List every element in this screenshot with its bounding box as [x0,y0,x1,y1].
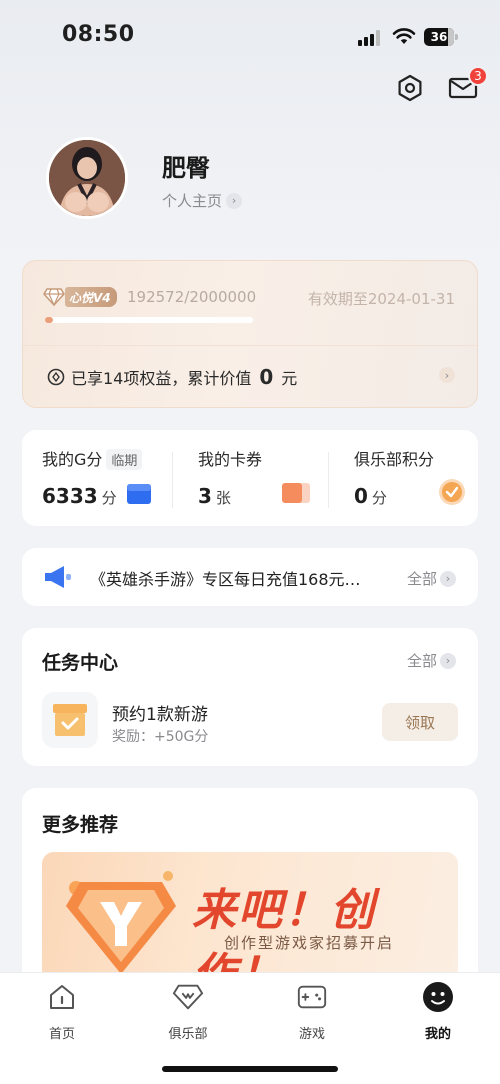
recommend-banner[interactable]: 来吧！创作！ 创作型游戏家招募开启 [42,852,458,982]
announcement-all-link[interactable]: 全部 › [407,568,456,589]
task-center-card: 任务中心 全部 › 预约1款新游 奖励：+50G分 领取 [22,628,478,766]
benefit-icon [47,368,65,386]
task-icon [42,692,98,748]
nav-home[interactable]: 首页 [22,981,102,1051]
all-label: 全部 [406,570,437,588]
g-points-value-wrap: 6333 分 [42,484,117,508]
coupons-unit: 张 [215,489,231,507]
club-points-value: 0 [354,484,368,508]
vip-level-label: 心悦V4 [65,287,117,307]
coupon-icon [282,483,310,503]
vip-progress-text: 192572/2000000 [127,288,257,306]
club-points-label: 俱乐部积分 [354,450,435,469]
club-points-value-wrap: 0分 [354,484,387,508]
home-icon [50,985,74,1009]
status-bar: 08:50 36 [0,0,500,72]
nav-club-label: 俱乐部 [168,1027,208,1042]
banner-title: 来吧！创作！ [192,885,376,982]
task-all-link[interactable]: 全部 › [407,650,456,671]
home-indicator [162,1066,338,1072]
stats-card: 我的G分 临期 6333 分 我的卡券 3张 俱乐部积分 0分 [22,430,478,526]
wifi-icon [392,28,416,44]
nav-home-label: 首页 [48,1027,75,1042]
vip-expiry: 有效期至2024-01-31 [307,290,455,308]
chevron-right-icon: › [440,652,456,669]
stat-club-points[interactable]: 俱乐部积分 0分 [334,430,478,526]
banner-subtitle: 创作型游戏家招募开启 [224,934,395,952]
points-coin-icon [439,479,465,505]
vip-progress-fill [45,317,53,323]
g-points-value: 6333 [42,484,98,508]
diamond-icon [172,984,204,1010]
battery-level: 36 [430,30,448,44]
expiring-tag: 临期 [106,449,143,470]
profile-homepage-label: 个人主页 [162,192,223,210]
claim-button[interactable]: 领取 [382,703,458,741]
vip-membership-card[interactable]: 心悦V4 192572/2000000 有效期至2024-01-31 已享14项… [22,260,478,408]
vip-progress-bar [45,317,253,323]
unread-badge: 3 [468,66,488,86]
gift-box-icon [53,704,87,736]
profile-homepage-link[interactable]: 个人主页 › [162,190,243,211]
chevron-right-icon: › [439,367,455,383]
profile-name: 肥臀 [162,154,210,182]
nav-mine[interactable]: 我的 [398,981,478,1051]
all-label: 全部 [406,652,437,670]
blue-card-icon [127,484,151,504]
megaphone-icon [45,566,71,588]
g-points-unit: 分 [101,489,117,507]
stat-coupons[interactable]: 我的卡券 3张 [178,430,328,526]
nav-games[interactable]: 游戏 [272,981,352,1051]
task-center-title: 任务中心 [42,652,119,674]
settings-button[interactable] [392,70,428,106]
chevron-right-icon: › [226,192,243,209]
status-time: 08:50 [62,22,135,47]
cellular-signal-icon [358,30,384,46]
g-points-label: 我的G分 [42,450,103,469]
divider [172,452,173,508]
divider [328,452,329,508]
club-points-unit: 分 [371,489,387,507]
task-name: 预约1款新游 [112,705,208,725]
nav-club[interactable]: 俱乐部 [148,981,228,1051]
nav-mine-label: 我的 [424,1027,451,1042]
stat-label: 我的G分 临期 [42,446,143,470]
gamepad-icon [297,985,327,1009]
profile-face-icon [423,982,453,1012]
avatar-image [49,140,125,216]
vip-level-badge: 心悦V4 [43,287,117,307]
task-reward: 奖励：+50G分 [112,729,209,745]
chevron-right-icon: › [440,570,456,587]
announcement-bar[interactable]: 《英雄杀手游》专区每日充值168元… 全部 › [22,548,478,606]
benefit-prefix: 已享14项权益，累计价值 [71,369,252,388]
divider [23,345,477,346]
coupons-value-wrap: 3张 [198,484,231,508]
coupons-label: 我的卡券 [198,450,263,469]
benefit-value: 0 [259,365,274,389]
announcement-text: 《英雄杀手游》专区每日充值168元… [90,570,361,589]
stat-g-points[interactable]: 我的G分 临期 6333 分 [22,430,172,526]
diamond-icon [43,288,65,306]
settings-hexagon-icon [398,74,422,102]
benefit-unit: 元 [281,369,298,388]
coupons-value: 3 [198,484,212,508]
battery-icon: 36 [424,28,458,46]
nav-games-label: 游戏 [298,1027,325,1042]
vip-benefit-summary: 已享14项权益，累计价值 0 元 [47,365,297,389]
shield-logo-icon [66,871,176,974]
avatar[interactable] [46,137,128,219]
messages-button[interactable]: 3 [444,66,488,106]
recommend-title: 更多推荐 [42,814,119,836]
